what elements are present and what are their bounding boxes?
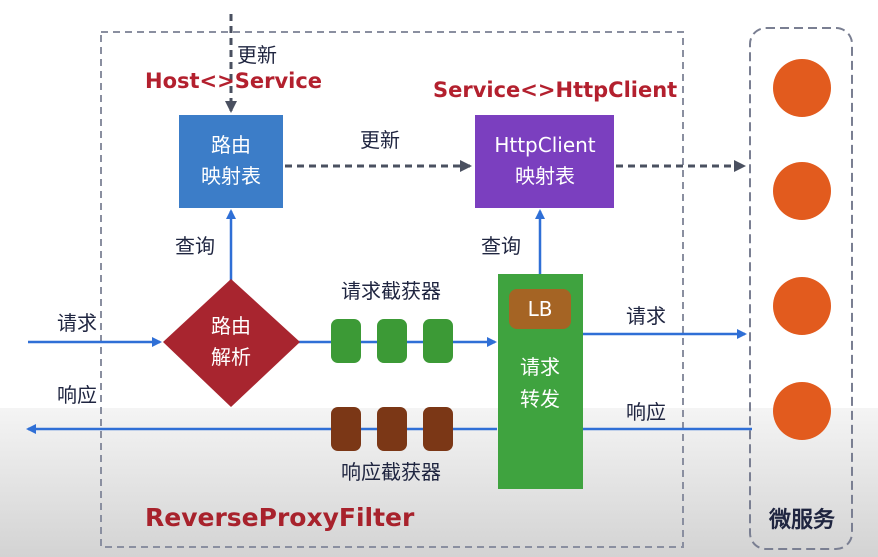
response-interceptor (331, 407, 361, 451)
httpclient-table-label-line2: 映射表 (515, 164, 575, 188)
route-table-label-line1: 路由 (211, 133, 251, 157)
route-parse-diamond (163, 279, 300, 407)
diagram-canvas: 微服务 更新 Host<>Service 路由 映射表 更新 Service<>… (0, 0, 878, 557)
forward-label-line2: 转发 (520, 387, 560, 411)
response-from-ms-label: 响应 (626, 400, 666, 424)
httpclient-mapping-table (475, 115, 614, 208)
route-parse-label-line2: 解析 (211, 345, 251, 369)
microservices-label: 微服务 (768, 507, 836, 533)
request-interceptor (377, 319, 407, 363)
request-interceptor-label: 请求截获器 (341, 279, 441, 303)
microservice-node (773, 277, 831, 335)
microservice-node (773, 59, 831, 117)
route-mapping-table (179, 115, 283, 208)
route-parse-label-line1: 路由 (211, 314, 251, 338)
diagram-svg: 微服务 更新 Host<>Service 路由 映射表 更新 Service<>… (26, 14, 853, 550)
query-left-label: 查询 (175, 234, 215, 258)
response-out-label: 响应 (57, 383, 97, 407)
response-interceptor-label: 响应截获器 (341, 460, 441, 484)
update-top-label: 更新 (237, 43, 277, 67)
service-httpclient-label: Service<>HttpClient (433, 78, 677, 102)
request-to-ms-label: 请求 (626, 304, 666, 328)
httpclient-table-label-line1: HttpClient (494, 133, 595, 157)
load-balancer-label: LB (528, 297, 553, 321)
update-middle-label: 更新 (360, 128, 400, 152)
microservice-node (773, 382, 831, 440)
request-in-label: 请求 (57, 311, 97, 335)
filter-title: ReverseProxyFilter (145, 503, 415, 532)
microservice-node (773, 162, 831, 220)
route-table-label-line2: 映射表 (201, 164, 261, 188)
query-right-label: 查询 (481, 234, 521, 258)
host-service-label: Host<>Service (145, 69, 322, 93)
request-interceptor (331, 319, 361, 363)
response-interceptor (377, 407, 407, 451)
request-interceptor (423, 319, 453, 363)
response-interceptor (423, 407, 453, 451)
forward-label-line1: 请求 (520, 355, 560, 379)
